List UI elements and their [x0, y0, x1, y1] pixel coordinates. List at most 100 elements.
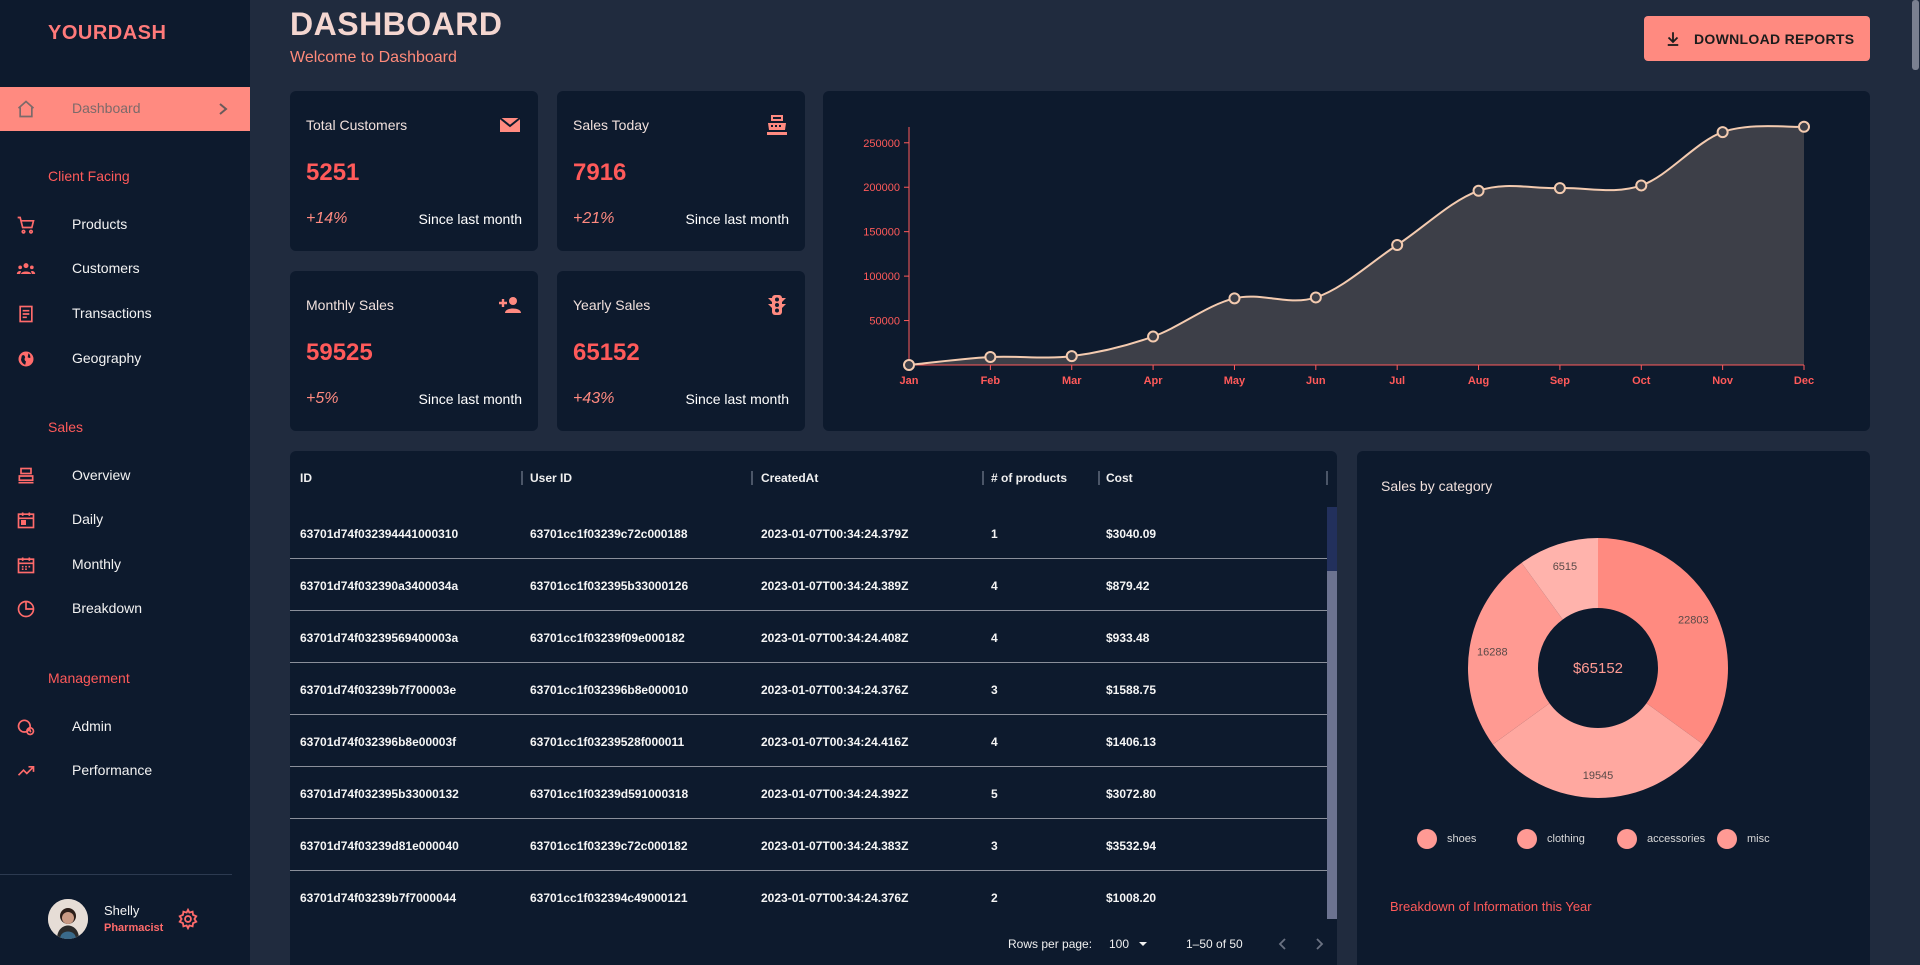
chevron-right-icon [1316, 938, 1324, 950]
sidebar-item-dashboard[interactable]: Dashboard [0, 87, 250, 131]
cell-products: 4 [991, 735, 998, 749]
x-tick-label: Jun [1306, 375, 1326, 387]
user-name: Shelly [104, 903, 140, 918]
table-row[interactable]: 63701d74f03239569400003a 63701cc1f03239f… [290, 611, 1327, 663]
cell-cost: $1406.13 [1106, 735, 1157, 749]
rows-per-page-select[interactable]: 100 [1109, 937, 1148, 951]
sidebar-divider [0, 874, 232, 875]
sidebar-item-breakdown[interactable]: Breakdown [0, 587, 250, 631]
column-separator[interactable] [521, 471, 523, 485]
table-row[interactable]: 63701d74f032394441000310 63701cc1f03239c… [290, 507, 1327, 559]
pie-slice-shoes [1598, 538, 1728, 745]
avatar[interactable] [48, 899, 88, 939]
cell-cost: $3072.80 [1106, 787, 1157, 801]
table-scrollbar-thumb[interactable] [1327, 571, 1337, 919]
home-icon [17, 100, 35, 118]
download-reports-button[interactable]: DOWNLOAD REPORTS [1644, 16, 1870, 61]
sidebar-item-geography[interactable]: Geography [0, 337, 250, 381]
previous-page-button[interactable] [1273, 934, 1293, 954]
y-tick-label: 250000 [863, 138, 900, 150]
sidebar-item-performance[interactable]: Performance [0, 749, 250, 793]
page-scrollbar-thumb[interactable] [1912, 0, 1919, 70]
cell-cost: $3532.94 [1106, 839, 1157, 853]
sidebar-item-overview[interactable]: Overview [0, 454, 250, 498]
sales-area-chart: 50000 100000 150000 200000 250000 Jan Feb Mar Ap… [823, 91, 1870, 431]
column-header-user-id[interactable]: User ID [530, 471, 572, 485]
sidebar-item-admin[interactable]: Admin [0, 705, 250, 749]
y-tick-label: 150000 [863, 227, 900, 239]
data-point [1391, 239, 1404, 251]
sidebar-item-products[interactable]: Products [0, 203, 250, 247]
column-header-created-at[interactable]: CreatedAt [761, 471, 818, 485]
gear-icon[interactable] [177, 908, 199, 930]
table-row[interactable]: 63701d74f032396b8e00003f 63701cc1f032395… [290, 715, 1327, 767]
column-header-id[interactable]: ID [300, 471, 312, 485]
cell-cost: $1588.75 [1106, 683, 1157, 697]
cell-user-id: 63701cc1f032394c49000121 [530, 891, 688, 905]
x-tick-label: Jan [900, 375, 919, 387]
table-row[interactable]: 63701d74f032390a3400034a 63701cc1f032395… [290, 559, 1327, 611]
stat-since: Since last month [685, 211, 790, 227]
cell-cost: $1008.20 [1106, 891, 1157, 905]
stat-title: Monthly Sales [306, 297, 394, 313]
admin-icon [17, 719, 35, 736]
cell-id: 63701d74f03239569400003a [300, 631, 459, 645]
next-page-button[interactable] [1309, 934, 1329, 954]
sidebar-item-daily[interactable]: Daily [0, 498, 250, 542]
stat-since: Since last month [418, 391, 523, 407]
stat-card-sales-today: Sales Today 7916 +21% Since last month [557, 91, 805, 251]
section-management: Management [48, 670, 130, 686]
column-header-products[interactable]: # of products [991, 471, 1067, 485]
section-sales: Sales [48, 419, 84, 435]
data-point [1065, 350, 1078, 363]
sidebar-item-label: Products [72, 216, 128, 232]
chevron-right-icon [219, 103, 228, 115]
sidebar-item-customers[interactable]: Customers [0, 247, 250, 291]
cell-id: 63701d74f032394441000310 [300, 527, 459, 541]
sidebar-item-transactions[interactable]: Transactions [0, 292, 250, 336]
table-row[interactable]: 63701d74f03239d81e000040 63701cc1f03239c… [290, 819, 1327, 871]
cell-cost: $933.48 [1106, 631, 1150, 645]
data-point [1472, 184, 1485, 197]
cell-user-id: 63701cc1f03239c72c000188 [530, 527, 688, 541]
column-separator[interactable] [982, 471, 984, 485]
data-point [1553, 182, 1566, 195]
sidebar-item-monthly[interactable]: Monthly [0, 543, 250, 587]
column-separator[interactable] [751, 471, 753, 485]
stat-value: 65152 [573, 339, 640, 366]
data-point [1798, 120, 1810, 133]
table-row[interactable]: 63701d74f032395b33000132 63701cc1f03239d… [290, 767, 1327, 819]
column-separator[interactable] [1098, 471, 1100, 485]
cell-id: 63701d74f03239b7f700003e [300, 683, 457, 697]
area-chart-svg: 50000 100000 150000 200000 250000 Jan Feb Mar Ap… [863, 120, 1814, 387]
globe-icon [18, 351, 34, 367]
cell-created-at: 2023-01-07T00:34:24.379Z [761, 527, 909, 541]
x-tick-label: Aug [1468, 375, 1489, 387]
stat-value: 59525 [306, 339, 373, 366]
x-tick-label: Apr [1144, 375, 1164, 387]
stat-change: +14% [306, 210, 348, 227]
traffic-icon [768, 295, 786, 315]
table-row[interactable]: 63701d74f03239b7f700003e 63701cc1f032396… [290, 663, 1327, 715]
cell-user-id: 63701cc1f03239d591000318 [530, 787, 689, 801]
brand-logo[interactable]: YOURDASH [48, 22, 166, 45]
stat-value: 5251 [306, 159, 360, 186]
data-point [1309, 291, 1322, 304]
x-tick-label: Sep [1550, 375, 1570, 387]
stat-change: +5% [306, 390, 339, 407]
column-separator[interactable] [1326, 471, 1328, 485]
page-scrollbar[interactable] [1910, 0, 1920, 965]
cell-user-id: 63701cc1f03239528f000011 [530, 735, 685, 749]
pie-slice-label: 19545 [1583, 770, 1614, 782]
stat-title: Yearly Sales [573, 297, 651, 313]
data-point [1147, 330, 1160, 343]
pie-note: Breakdown of Information this Year [1390, 899, 1592, 914]
cell-products: 4 [991, 631, 998, 645]
sidebar-item-label: Overview [72, 467, 131, 483]
cell-products: 3 [991, 683, 998, 697]
rows-per-page-label: Rows per page: [1008, 937, 1093, 951]
table-row[interactable]: 63701d74f03239b7f7000044 63701cc1f032394… [290, 871, 1327, 923]
cell-id: 63701d74f03239b7f7000044 [300, 891, 457, 905]
data-point [984, 351, 997, 363]
column-header-cost[interactable]: Cost [1106, 471, 1133, 485]
